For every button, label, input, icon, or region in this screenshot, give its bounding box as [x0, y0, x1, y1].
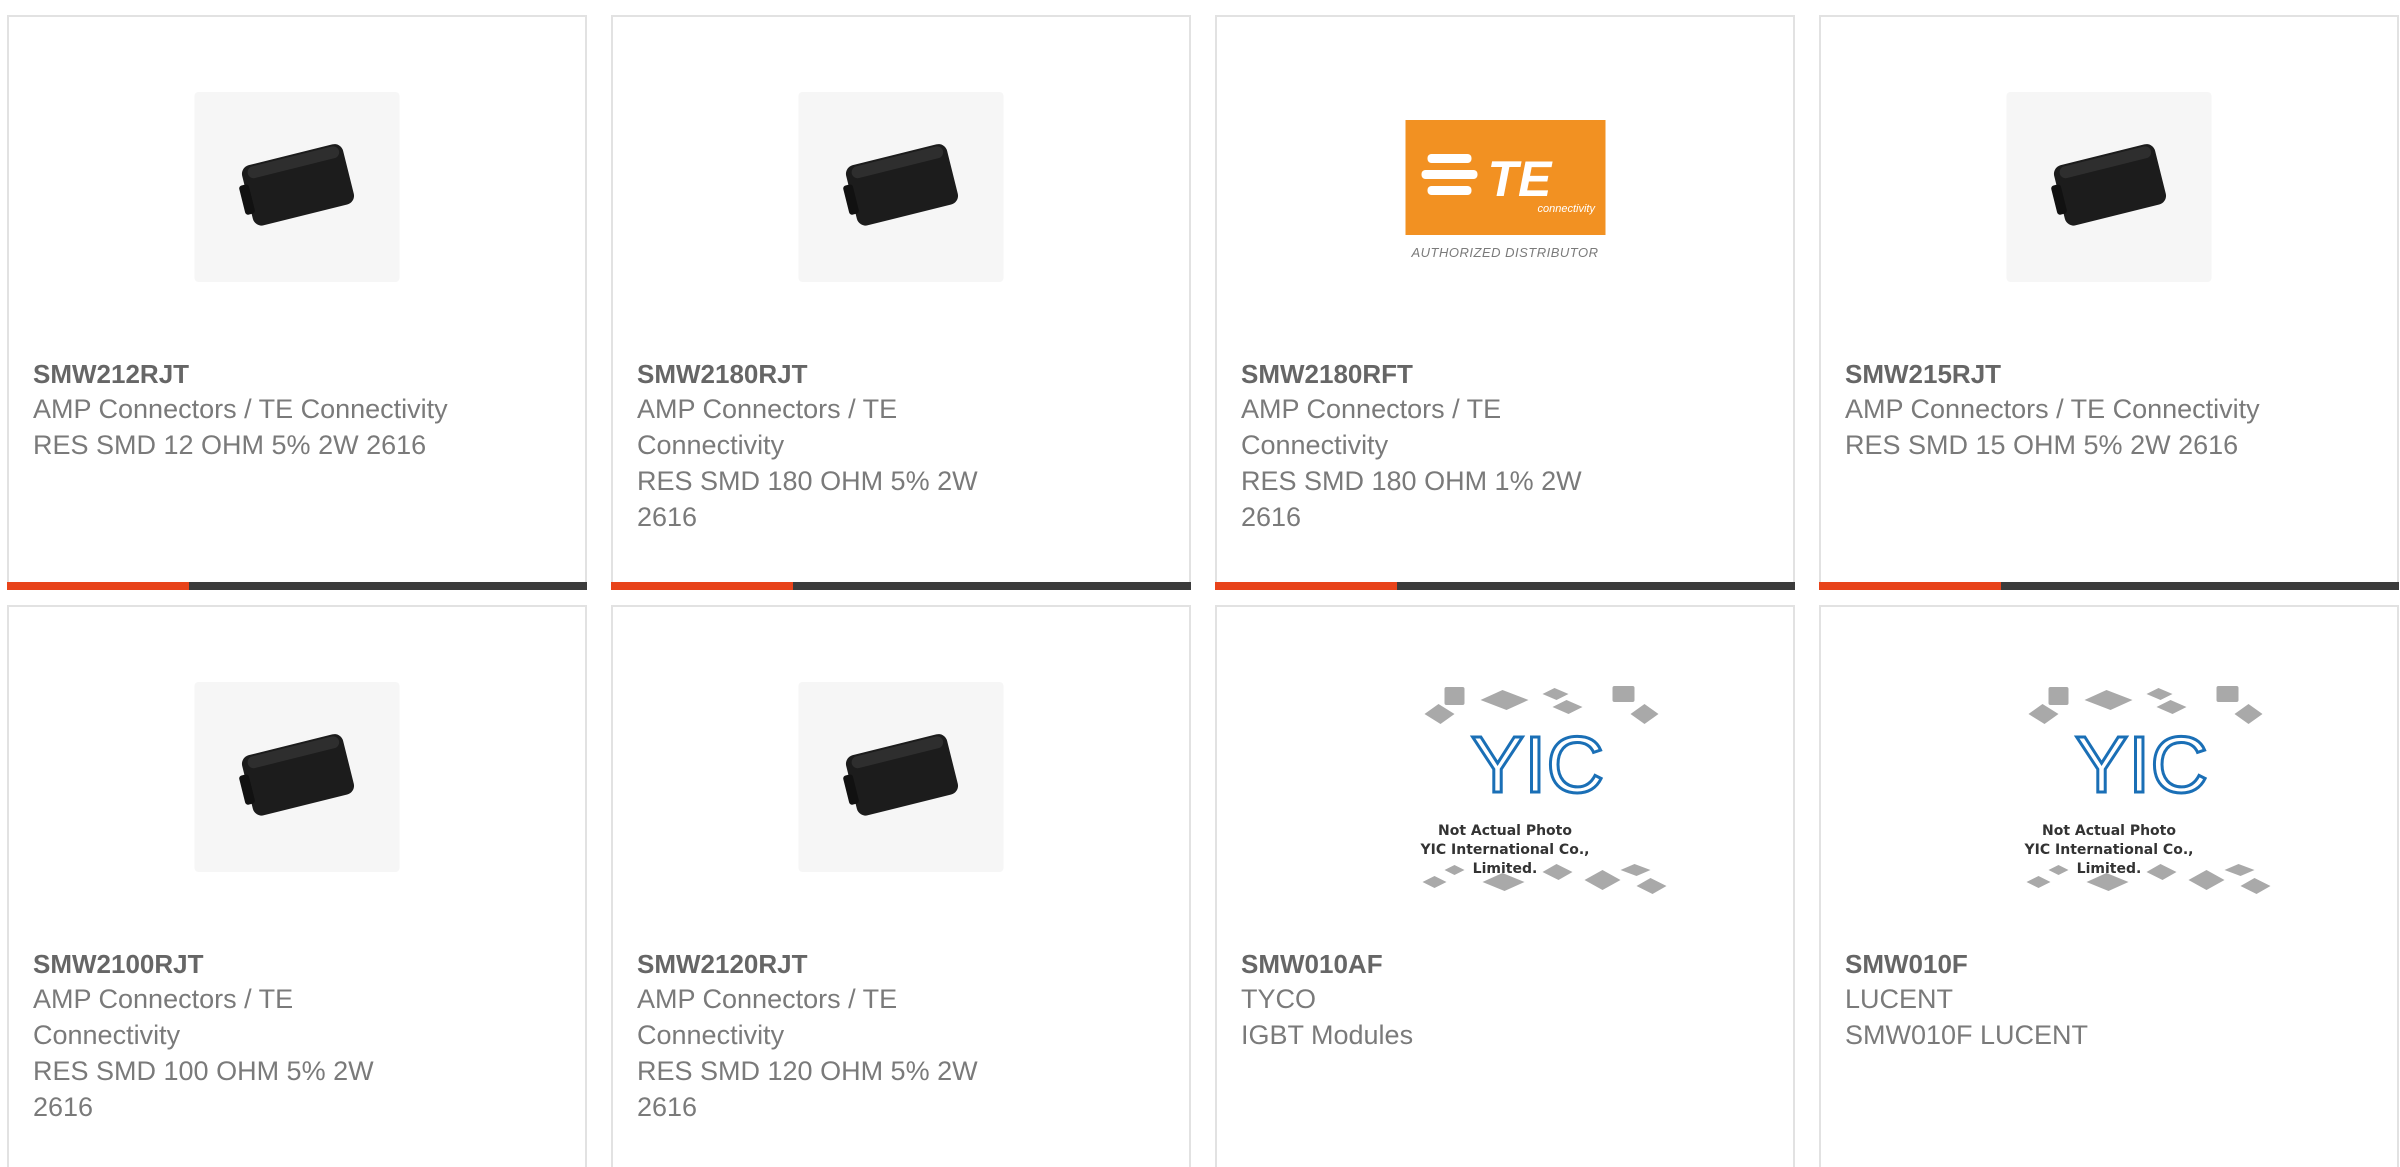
product-card[interactable]: SMW215RJT AMP Connectors / TE Connectivi… — [1819, 15, 2399, 590]
product-thumbnail[interactable] — [2006, 87, 2212, 287]
yic-placeholder-image: YIC Not Actual Photo YIC International C… — [2007, 672, 2271, 912]
product-thumbnail[interactable]: YIC Not Actual Photo YIC International C… — [1403, 686, 1667, 894]
product-card[interactable]: SMW2120RJT AMP Connectors / TE Connectiv… — [611, 605, 1191, 1167]
description: SMW010F LUCENT — [1845, 1020, 2089, 1050]
svg-text:YIC: YIC — [2075, 720, 2208, 809]
te-connectivity-logo: TE connectivity AUTHORIZED DISTRIBUTOR — [1405, 120, 1605, 260]
product-card[interactable]: SMW212RJT AMP Connectors / TE Connectivi… — [7, 15, 587, 590]
manufacturer: AMP Connectors / TE Connectivity — [1241, 394, 1502, 460]
manufacturer: AMP Connectors / TE Connectivity — [637, 984, 898, 1050]
product-thumbnail[interactable] — [798, 87, 1004, 287]
description: RES SMD 180 OHM 1% 2W 2616 — [1241, 466, 1582, 532]
product-thumbnail[interactable]: YIC Not Actual Photo YIC International C… — [2007, 686, 2271, 894]
part-number[interactable]: SMW215RJT — [1845, 357, 2285, 391]
description: RES SMD 12 OHM 5% 2W 2616 — [33, 430, 427, 460]
svg-text:connectivity: connectivity — [1537, 203, 1596, 215]
manufacturer: AMP Connectors / TE Connectivity — [33, 984, 294, 1050]
part-number[interactable]: SMW2180RFT — [1241, 357, 1621, 391]
svg-text:YIC: YIC — [1471, 720, 1604, 809]
resistor-chip-image — [2006, 92, 2212, 282]
card-accent-bar — [1819, 582, 2399, 590]
part-number[interactable]: SMW212RJT — [33, 357, 473, 391]
product-thumbnail[interactable] — [194, 87, 400, 287]
description: RES SMD 180 OHM 5% 2W 2616 — [637, 466, 978, 532]
product-card[interactable]: SMW2180RJT AMP Connectors / TE Connectiv… — [611, 15, 1191, 590]
part-number[interactable]: SMW2120RJT — [637, 947, 1017, 981]
manufacturer: AMP Connectors / TE Connectivity — [637, 394, 898, 460]
description: IGBT Modules — [1241, 1020, 1414, 1050]
manufacturer: LUCENT — [1845, 984, 1954, 1014]
product-card[interactable]: YIC Not Actual Photo YIC International C… — [1819, 605, 2399, 1167]
manufacturer: TYCO — [1241, 984, 1317, 1014]
yic-placeholder-image: YIC Not Actual Photo YIC International C… — [1403, 672, 1667, 912]
part-number[interactable]: SMW010AF — [1241, 947, 1681, 981]
description: RES SMD 15 OHM 5% 2W 2616 — [1845, 430, 2239, 460]
card-accent-bar — [611, 582, 1191, 590]
svg-text:TE: TE — [1487, 151, 1553, 207]
card-accent-bar — [7, 582, 587, 590]
part-number[interactable]: SMW010F — [1845, 947, 2285, 981]
product-thumbnail[interactable] — [798, 677, 1004, 877]
part-number[interactable]: SMW2100RJT — [33, 947, 413, 981]
card-accent-bar — [1215, 582, 1795, 590]
resistor-chip-image — [194, 92, 400, 282]
resistor-chip-image — [194, 682, 400, 872]
description: RES SMD 100 OHM 5% 2W 2616 — [33, 1056, 374, 1122]
description: RES SMD 120 OHM 5% 2W 2616 — [637, 1056, 978, 1122]
resistor-chip-image — [798, 682, 1004, 872]
manufacturer: AMP Connectors / TE Connectivity — [33, 394, 448, 424]
manufacturer: AMP Connectors / TE Connectivity — [1845, 394, 2260, 424]
product-card[interactable]: YIC Not Actual Photo YIC International C… — [1215, 605, 1795, 1167]
product-thumbnail[interactable] — [194, 677, 400, 877]
product-card[interactable]: SMW2100RJT AMP Connectors / TE Connectiv… — [7, 605, 587, 1167]
product-thumbnail[interactable]: TE connectivity AUTHORIZED DISTRIBUTOR — [1403, 87, 1608, 287]
product-card[interactable]: TE connectivity AUTHORIZED DISTRIBUTOR S… — [1215, 15, 1795, 590]
resistor-chip-image — [798, 92, 1004, 282]
part-number[interactable]: SMW2180RJT — [637, 357, 1017, 391]
